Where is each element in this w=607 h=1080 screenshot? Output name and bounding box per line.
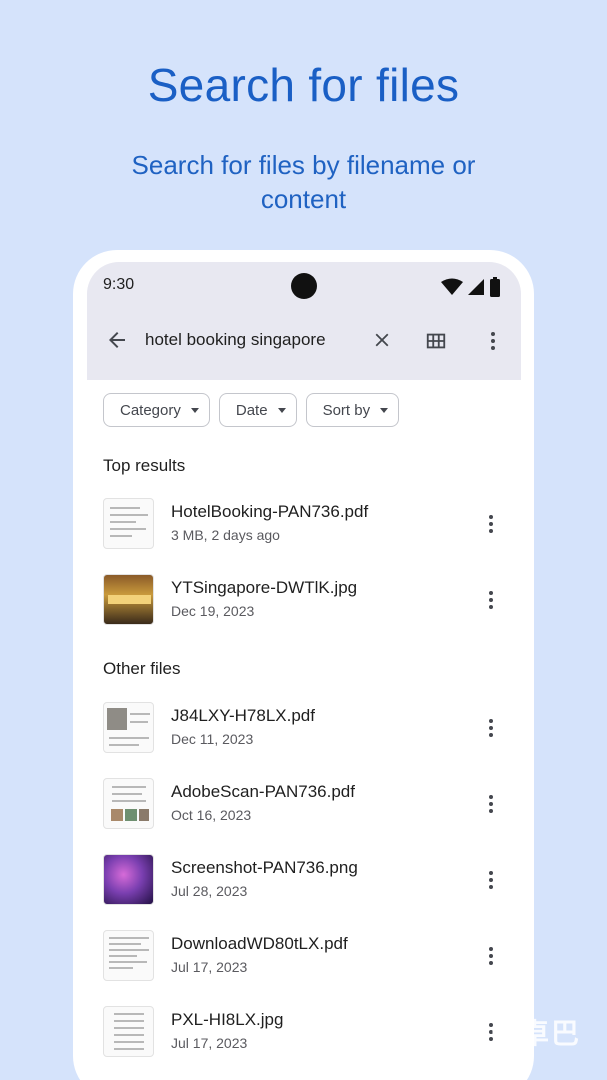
file-meta: Jul 17, 2023 [171,959,248,975]
more-vert-icon[interactable] [479,868,503,892]
hotel-photo-thumbnail [103,574,154,625]
receipt-photo-thumbnail [103,1006,154,1057]
top-results-header: Top results [103,456,186,475]
file-meta: Oct 16, 2023 [171,807,252,823]
file-row[interactable]: YTSingapore-DWTlK.jpg Dec 19, 2023 [87,574,521,650]
file-name: YTSingapore-DWTlK.jpg [171,578,358,597]
category-filter-chip[interactable]: Category [103,393,210,427]
file-meta: Jul 28, 2023 [171,883,248,899]
file-name: HotelBooking-PAN736.pdf [171,502,369,521]
status-time: 9:30 [103,276,135,293]
more-vert-icon[interactable] [481,329,505,353]
close-icon[interactable] [371,329,393,351]
more-vert-icon[interactable] [479,512,503,536]
chip-label: Date [235,401,268,419]
more-vert-icon[interactable] [479,716,503,740]
grid-view-icon[interactable] [425,330,447,352]
status-icons [441,277,501,297]
wifi-icon [441,278,463,295]
battery-icon [490,277,500,297]
chip-label: Sort by [322,401,371,419]
search-input[interactable]: hotel booking singapore [145,330,326,350]
hero-title: Search for files [147,59,460,111]
more-vert-icon[interactable] [479,792,503,816]
document-thumbnail [103,930,154,981]
chip-label: Category [120,401,181,419]
document-thumbnail [103,498,154,549]
camera-cutout [291,273,317,299]
file-name: J84LXY-H78LX.pdf [171,706,315,725]
file-row[interactable]: HotelBooking-PAN736.pdf 3 MB, 2 days ago [87,498,521,574]
scanned-document-thumbnail [103,778,154,829]
file-name: AdobeScan-PAN736.pdf [171,782,355,801]
date-filter-chip[interactable]: Date [218,393,297,427]
image-thumbnail [103,854,154,905]
back-arrow-icon[interactable] [105,328,129,352]
dropdown-arrow-icon [380,407,389,413]
file-name: Screenshot-PAN736.png [171,858,358,877]
top-app-bar: 9:30 hotel booking singapore [87,262,521,380]
more-vert-icon[interactable] [479,944,503,968]
sort-by-chip[interactable]: Sort by [305,393,400,427]
file-row[interactable]: PXL-HI8LX.jpg Jul 17, 2023 [87,1006,521,1080]
more-vert-icon[interactable] [479,588,503,612]
dropdown-arrow-icon [277,407,286,413]
file-name: DownloadWD80tLX.pdf [171,934,348,953]
phone-screen: 9:30 hotel booking singapore Category Da… [87,262,521,1080]
signal-icon [468,279,484,295]
filter-chips: Category Date Sort by [103,393,400,427]
dropdown-arrow-icon [190,407,199,413]
file-row[interactable]: AdobeScan-PAN736.pdf Oct 16, 2023 [87,778,521,854]
file-meta: Dec 19, 2023 [171,603,255,619]
document-thumbnail [103,702,154,753]
file-name: PXL-HI8LX.jpg [171,1010,284,1029]
file-meta: Dec 11, 2023 [171,731,254,747]
file-meta: Jul 17, 2023 [171,1035,248,1051]
other-files-header: Other files [103,659,181,678]
file-row[interactable]: Screenshot-PAN736.png Jul 28, 2023 [87,854,521,930]
file-row[interactable]: DownloadWD80tLX.pdf Jul 17, 2023 [87,930,521,1006]
watermark: 安卓巴 [490,1018,581,1049]
file-meta: 3 MB, 2 days ago [171,527,280,543]
hero-subtitle: Search for files by filename or content [131,150,476,214]
file-row[interactable]: J84LXY-H78LX.pdf Dec 11, 2023 [87,702,521,778]
